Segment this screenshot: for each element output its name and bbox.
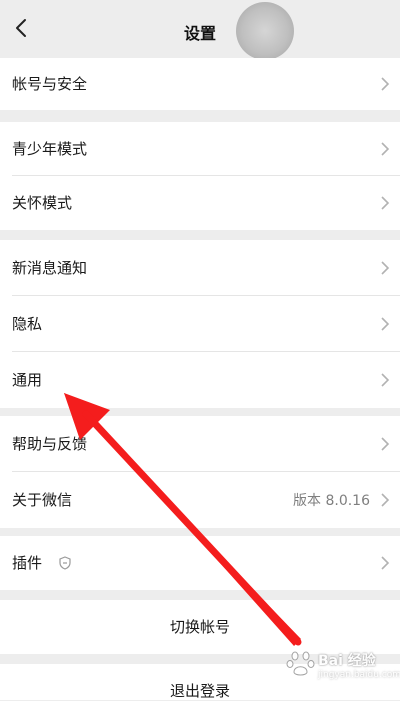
chevron-right-icon bbox=[381, 77, 390, 91]
settings-item-general[interactable]: 通用 bbox=[0, 352, 400, 408]
chevron-right-icon bbox=[381, 437, 390, 451]
chevron-right-icon bbox=[381, 493, 390, 507]
settings-item-label: 隐私 bbox=[12, 315, 43, 333]
settings-item-notifications[interactable]: 新消息通知 bbox=[0, 240, 400, 296]
watermark-text: Bai 经验 bbox=[318, 653, 376, 669]
settings-item-label: 关于微信 bbox=[12, 491, 73, 509]
settings-item-help-feedback[interactable]: 帮助与反馈 bbox=[0, 416, 400, 472]
settings-item-label: 关怀模式 bbox=[12, 194, 73, 212]
watermark-url: jingyan.baidu.com bbox=[318, 670, 400, 680]
settings-item-teen-mode[interactable]: 青少年模式 bbox=[0, 122, 400, 176]
settings-item-about-wechat[interactable]: 关于微信 版本 8.0.16 bbox=[0, 472, 400, 528]
chevron-right-icon bbox=[381, 196, 390, 210]
settings-item-account-security[interactable]: 帐号与安全 bbox=[0, 58, 400, 110]
settings-item-label: 帮助与反馈 bbox=[12, 435, 88, 453]
plugin-shield-icon bbox=[59, 556, 71, 570]
settings-item-privacy[interactable]: 隐私 bbox=[0, 296, 400, 352]
settings-item-label: 青少年模式 bbox=[12, 140, 88, 158]
settings-item-plugins[interactable]: 插件 bbox=[0, 536, 400, 590]
settings-item-label: 新消息通知 bbox=[12, 259, 88, 277]
chevron-right-icon bbox=[381, 261, 390, 275]
settings-item-label: 帐号与安全 bbox=[12, 75, 88, 93]
paw-logo-icon bbox=[286, 651, 315, 676]
watermark: Bai 经验 jingyan.baidu.com bbox=[282, 642, 400, 692]
version-value: 版本 8.0.16 bbox=[293, 493, 370, 509]
settings-item-label: 插件 bbox=[12, 554, 43, 572]
settings-item-label: 通用 bbox=[12, 371, 43, 389]
chevron-right-icon bbox=[381, 142, 390, 156]
page-title: 设置 bbox=[183, 24, 216, 43]
touch-indicator bbox=[236, 2, 294, 60]
nav-bar: 设置 bbox=[0, 0, 400, 58]
chevron-right-icon bbox=[381, 373, 390, 387]
switch-account-label: 切换帐号 bbox=[169, 618, 230, 636]
chevron-right-icon bbox=[381, 556, 390, 570]
settings-item-care-mode[interactable]: 关怀模式 bbox=[0, 176, 400, 230]
chevron-right-icon bbox=[381, 317, 390, 331]
